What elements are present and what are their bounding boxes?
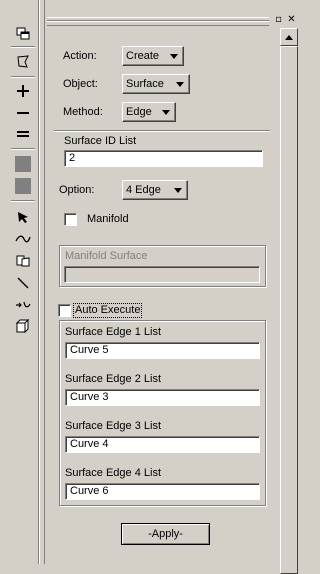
action-value: Create [126,50,160,62]
object-value: Surface [126,78,164,90]
edge-4-input[interactable]: Curve 6 [65,483,260,500]
action-label: Action: [63,50,97,62]
apply-button-label: -Apply- [148,528,183,540]
move-icon[interactable] [13,295,33,315]
vertical-scrollbar[interactable] [280,28,298,574]
apply-button[interactable]: -Apply- [121,523,210,545]
manifold-surface-group: Manifold Surface [59,245,266,287]
left-toolbar [0,0,39,564]
arrow-pointer-icon[interactable] [13,207,33,227]
edge-1-label: Surface Edge 1 List [65,326,162,338]
auto-execute-checkbox[interactable] [58,304,71,317]
solid-icon[interactable] [13,316,33,336]
scroll-up-arrow[interactable] [280,28,298,46]
object-dropdown[interactable]: Surface [122,74,190,94]
title-bar: ▫ ✕ [45,15,299,27]
option-label: Option: [59,184,95,196]
action-dropdown[interactable]: Create [122,46,184,66]
lasso-icon[interactable] [13,52,33,72]
edge-3-input[interactable]: Curve 4 [65,436,260,453]
minus-icon[interactable] [13,103,33,123]
option-dropdown[interactable]: 4 Edge [122,180,188,200]
chevron-down-icon [162,109,170,115]
method-dropdown[interactable]: Edge [122,102,176,122]
form-panel: Action: Create Object: Surface Method: E… [45,28,278,564]
gray-square-icon[interactable] [13,154,33,174]
edge-2-label: Surface Edge 2 List [65,373,162,385]
manifold-surface-input [64,266,260,283]
chevron-down-icon [174,187,182,193]
gray-square-icon[interactable] [13,176,33,196]
manifold-surface-label: Manifold Surface [65,250,148,262]
auto-execute-label: Auto Execute [72,303,143,318]
surface-id-label: Surface ID List [64,135,137,147]
method-label: Method: [63,106,103,118]
equals-icon[interactable] [13,124,33,144]
surface-edges-group: Surface Edge 1 List Curve 5 Surface Edge… [59,320,266,506]
method-value: Edge [126,106,152,118]
option-value: 4 Edge [126,184,161,196]
title-grip[interactable] [47,17,269,26]
plus-icon[interactable] [13,81,33,101]
close-icon[interactable]: ✕ [286,15,297,26]
divider [54,130,270,132]
curve-icon[interactable] [13,229,33,249]
chevron-down-icon [176,81,184,87]
manifold-label: Manifold [87,213,129,225]
scroll-thumb[interactable] [280,46,298,574]
surface-icon[interactable] [13,251,33,271]
surface-id-input[interactable]: 2 [64,150,263,167]
line-icon[interactable] [13,273,33,293]
edge-4-label: Surface Edge 4 List [65,467,162,479]
chevron-down-icon [170,53,178,59]
edge-1-input[interactable]: Curve 5 [65,342,260,359]
windows-icon[interactable] [13,24,33,44]
edge-2-input[interactable]: Curve 3 [65,389,260,406]
edge-3-label: Surface Edge 3 List [65,420,162,432]
restore-icon[interactable]: ▫ [273,15,284,26]
object-label: Object: [63,78,98,90]
manifold-checkbox[interactable] [64,213,77,226]
